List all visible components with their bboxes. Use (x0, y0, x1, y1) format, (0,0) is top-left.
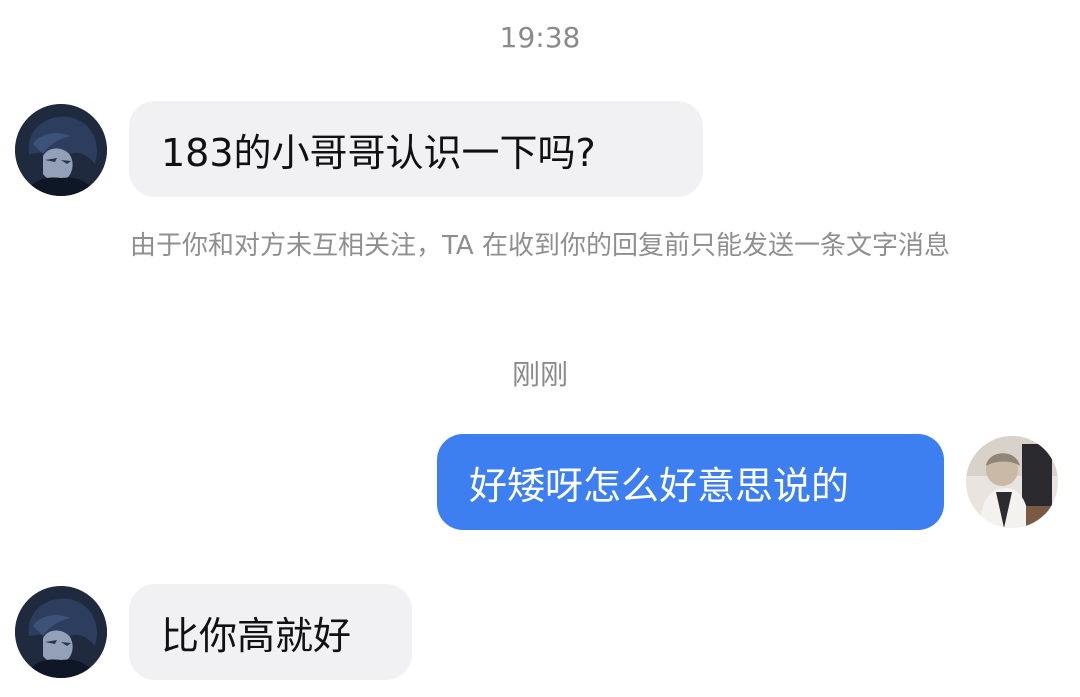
contact-avatar[interactable] (15, 104, 107, 196)
timestamp: 19:38 (499, 21, 581, 54)
system-notice: 由于你和对方未互相关注，TA 在收到你的回复前只能发送一条文字消息 (130, 231, 950, 261)
my-avatar[interactable] (966, 436, 1058, 528)
message-text: 183的小哥哥认识一下吗? (161, 130, 596, 175)
message-bubble-outgoing[interactable]: 好矮呀怎么好意思说的 (437, 434, 944, 530)
message-text: 比你高就好 (161, 613, 352, 658)
contact-avatar[interactable] (15, 586, 107, 678)
user-photo-avatar-icon (966, 436, 1058, 528)
timestamp: 刚刚 (511, 358, 568, 391)
dark-anime-boy-avatar-icon (15, 586, 107, 678)
chat-view: 19:38 183的小哥哥认识一下吗? 由于你和对方未互相关注，TA 在收到你的… (0, 0, 1080, 697)
dark-anime-boy-avatar-icon (15, 104, 107, 196)
message-bubble-incoming[interactable]: 183的小哥哥认识一下吗? (129, 101, 703, 197)
message-bubble-incoming[interactable]: 比你高就好 (129, 584, 412, 680)
message-text: 好矮呀怎么好意思说的 (469, 463, 850, 508)
